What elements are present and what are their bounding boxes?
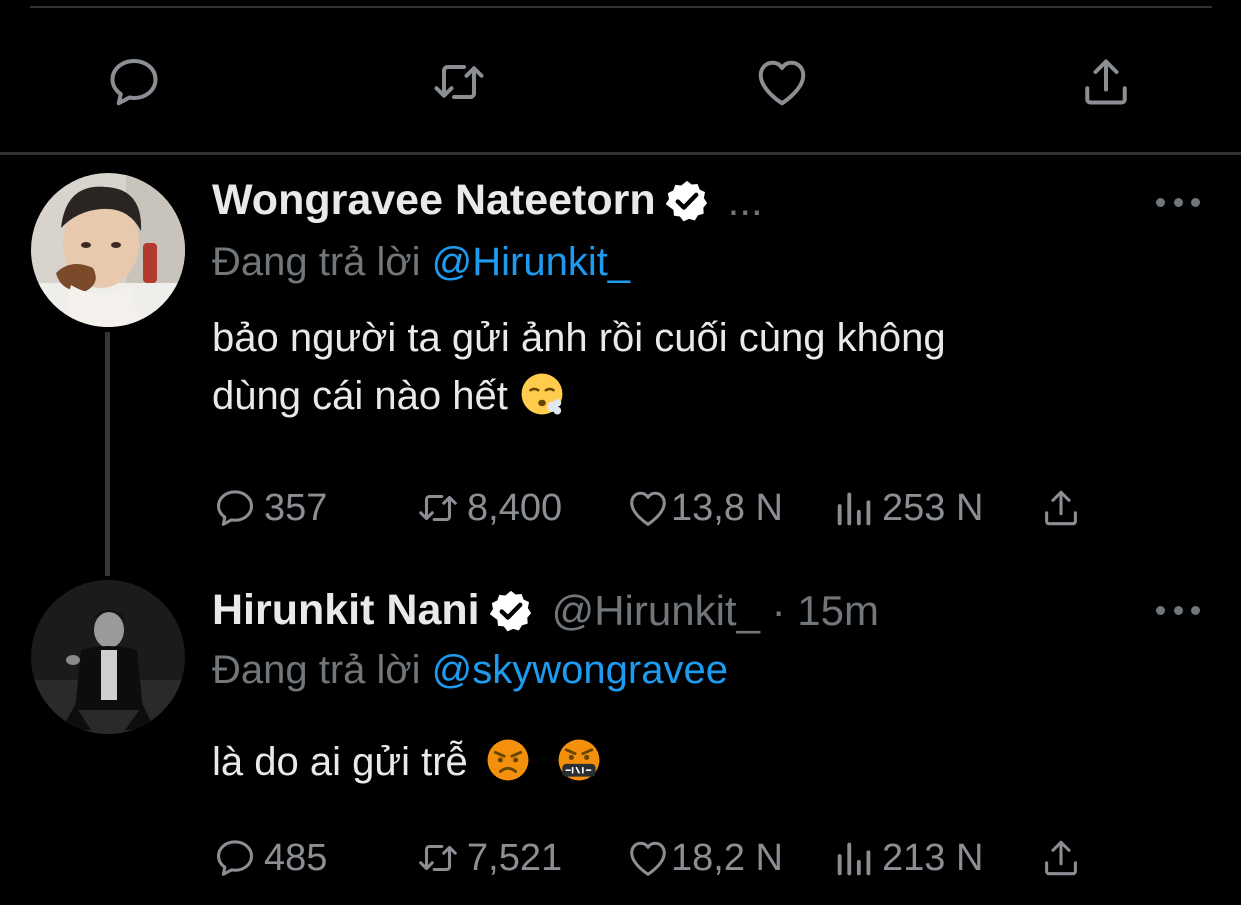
replying-to: Đang trả lời @skywongravee (212, 648, 728, 693)
view-count: 253 N (882, 486, 984, 529)
verified-badge-icon (488, 588, 534, 634)
views-button[interactable]: 253 N (832, 483, 983, 533)
retweet-icon (429, 52, 489, 112)
retweet-button[interactable]: 7,521 (415, 833, 562, 883)
replying-to-label: Đang trả lời (212, 648, 421, 692)
avatar[interactable] (31, 580, 185, 734)
retweet-count: 7,521 (467, 836, 563, 879)
share-icon (1076, 52, 1136, 112)
display-name[interactable]: Hirunkit Nani (212, 586, 480, 635)
like-button[interactable] (742, 42, 822, 122)
retweet-button[interactable]: 8,400 (415, 483, 562, 533)
reply-icon (104, 52, 164, 112)
verified-badge-icon (664, 178, 710, 224)
share-button[interactable] (1066, 42, 1146, 122)
views-icon (832, 485, 878, 531)
tweet-text-line: bảo người ta gửi ảnh rồi cuối cùng không (212, 316, 946, 360)
dot (1173, 605, 1183, 615)
tweet-stats-bar: 357 8,400 13,8 N 253 N (212, 483, 1112, 533)
display-name[interactable]: Wongravee Nateetorn (212, 176, 656, 225)
face-exhaling-emoji-icon (521, 373, 563, 415)
share-icon (1038, 835, 1084, 881)
reply-count: 485 (264, 836, 328, 879)
reply-icon (212, 485, 258, 531)
section-divider (0, 152, 1241, 155)
tweet-stats-bar: 485 7,521 18,2 N 213 N (212, 833, 1112, 883)
top-divider (30, 6, 1212, 8)
like-button[interactable]: 13,8 N (625, 483, 783, 533)
handle-and-time[interactable]: @Hirunkit_ · 15m (552, 587, 879, 635)
retweet-button[interactable] (419, 42, 499, 122)
retweet-icon (415, 835, 461, 881)
heart-icon (625, 485, 671, 531)
face-with-symbols-emoji-icon (558, 739, 600, 781)
replying-to: Đang trả lời @Hirunkit_ (212, 240, 630, 285)
heart-icon (752, 52, 812, 112)
share-button[interactable] (1038, 483, 1084, 533)
tweet-header: Hirunkit Nani @Hirunkit_ · 15m (212, 586, 879, 635)
views-button[interactable]: 213 N (832, 833, 983, 883)
tweet-text-content: là do ai gửi trễ (212, 740, 468, 784)
retweet-icon (415, 485, 461, 531)
tweet-text-content: dùng cái nào hết (212, 374, 508, 418)
more-options-button[interactable] (1156, 600, 1200, 620)
dot (1156, 197, 1165, 207)
tweet-text: là do ai gửi trễ (212, 733, 1172, 791)
avatar-photo (31, 580, 185, 734)
heart-icon (625, 835, 671, 881)
like-count: 13,8 N (671, 486, 783, 529)
like-count: 18,2 N (671, 836, 783, 879)
replying-to-label: Đang trả lời (212, 240, 421, 284)
views-icon (832, 835, 878, 881)
tweet-text: bảo người ta gửi ảnh rồi cuối cùng không… (212, 309, 1172, 425)
share-icon (1038, 485, 1084, 531)
dot (1173, 197, 1183, 207)
angry-face-emoji-icon (487, 739, 529, 781)
tweet-text-line-2: dùng cái nào hết (212, 367, 1172, 425)
reply-button[interactable] (94, 42, 174, 122)
dot (1156, 605, 1165, 615)
reply-count: 357 (264, 486, 328, 529)
handle[interactable]: ... (728, 177, 763, 225)
reply-button[interactable]: 357 (212, 483, 327, 533)
share-button[interactable] (1038, 833, 1084, 883)
mention-link[interactable]: @skywongravee (432, 648, 728, 692)
like-button[interactable]: 18,2 N (625, 833, 783, 883)
retweet-count: 8,400 (467, 486, 563, 529)
tweet-header: Wongravee Nateetorn ... (212, 176, 763, 225)
main-tweet-action-bar (0, 42, 1241, 122)
dot (1191, 605, 1200, 615)
more-options-button[interactable] (1156, 192, 1200, 212)
avatar-photo (31, 173, 185, 327)
reply-icon (212, 835, 258, 881)
mention-link[interactable]: @Hirunkit_ (432, 240, 630, 284)
thread-connector (105, 332, 110, 576)
view-count: 213 N (882, 836, 984, 879)
avatar[interactable] (31, 173, 185, 327)
reply-button[interactable]: 485 (212, 833, 327, 883)
dot (1191, 197, 1200, 207)
